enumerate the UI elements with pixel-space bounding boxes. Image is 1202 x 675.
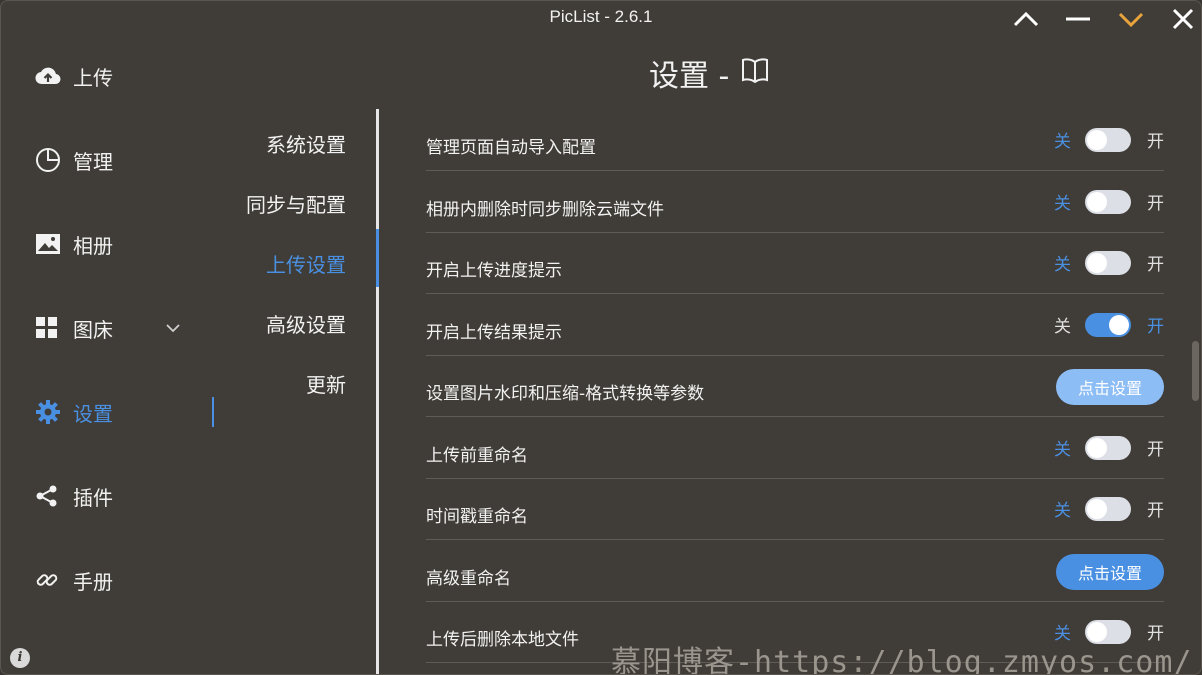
toggle-switch[interactable]	[1085, 312, 1131, 337]
nav-item-label: 手册	[73, 569, 113, 594]
setting-row: 开启上传结果提示 关 开	[426, 294, 1164, 356]
info-icon[interactable]: i	[10, 648, 30, 668]
nav-item-picbed[interactable]: 图床	[35, 308, 205, 348]
image-icon	[35, 229, 65, 259]
chevron-up-icon	[1013, 11, 1039, 27]
setting-row: 相册内删除时同步删除云端文件 关 开	[426, 171, 1164, 233]
upload-cloud-icon	[35, 61, 65, 91]
gear-icon	[35, 397, 65, 427]
toggle-switch[interactable]	[1085, 496, 1131, 521]
window-pin-button[interactable]	[1011, 5, 1041, 33]
setting-row: 设置图片水印和压缩-格式转换等参数 点击设置	[426, 355, 1164, 417]
setting-label: 开启上传进度提示	[426, 261, 562, 281]
nav-item-label: 插件	[73, 485, 113, 510]
submenu-item-advanced[interactable]: 高级设置	[266, 309, 346, 338]
settings-submenu: 系统设置 同步与配置 上传设置 高级设置 更新	[221, 109, 379, 674]
window-collapse-button[interactable]	[1116, 5, 1146, 33]
toggle-switch[interactable]	[1085, 250, 1131, 275]
chevron-down-icon	[165, 318, 181, 337]
setting-row: 上传前重命名 关 开	[426, 417, 1164, 479]
switch-on-label: 开	[1147, 440, 1164, 460]
advanced-rename-settings-button[interactable]: 点击设置	[1056, 554, 1164, 590]
setting-row: 开启上传进度提示 关 开	[426, 232, 1164, 294]
nav-item-plugins[interactable]: 插件	[35, 476, 205, 516]
switch-off-label: 关	[1054, 194, 1071, 214]
minus-icon	[1065, 16, 1091, 22]
page-title-text: 设置 -	[649, 59, 730, 94]
setting-label: 高级重命名	[426, 569, 511, 589]
nav-item-label: 上传	[73, 65, 113, 90]
toggle-switch[interactable]	[1085, 127, 1131, 152]
setting-switch: 关 开	[1054, 189, 1164, 214]
nav-item-manual[interactable]: 手册	[35, 560, 205, 600]
switch-off-label: 关	[1054, 501, 1071, 521]
submenu-item-system[interactable]: 系统设置	[266, 129, 346, 158]
switch-off-label: 关	[1054, 255, 1071, 275]
toggle-switch[interactable]	[1085, 435, 1131, 460]
app-window: PicList - 2.6.1 上传 管理 相册 图床 设置 插件 手册 i 设…	[0, 0, 1202, 675]
setting-row: 高级重命名 点击设置	[426, 540, 1164, 602]
setting-label: 开启上传结果提示	[426, 323, 562, 343]
link-icon	[35, 565, 65, 595]
title-bar: PicList - 2.6.1	[1, 1, 1201, 35]
window-close-button[interactable]	[1168, 5, 1198, 33]
setting-label: 设置图片水印和压缩-格式转换等参数	[426, 384, 705, 404]
nav-item-label: 相册	[73, 233, 113, 258]
window-minimize-button[interactable]	[1063, 5, 1093, 33]
switch-off-label: 关	[1054, 440, 1071, 460]
setting-label: 相册内删除时同步删除云端文件	[426, 200, 664, 220]
setting-switch: 关 开	[1054, 435, 1164, 460]
setting-label: 上传前重命名	[426, 446, 528, 466]
switch-off-label: 关	[1054, 132, 1071, 152]
book-icon[interactable]	[741, 56, 769, 91]
setting-label: 上传后删除本地文件	[426, 630, 579, 650]
nav-active-indicator	[212, 397, 214, 427]
share-icon	[35, 481, 65, 511]
chevron-down-icon	[1118, 11, 1144, 27]
settings-scrollbar[interactable]	[1192, 341, 1199, 401]
nav-item-gallery[interactable]: 相册	[35, 224, 205, 264]
close-icon	[1172, 8, 1194, 30]
nav-item-settings[interactable]: 设置	[35, 392, 205, 432]
submenu-item-update[interactable]: 更新	[306, 369, 346, 398]
toggle-switch[interactable]	[1085, 189, 1131, 214]
page-title: 设置 -	[649, 51, 769, 95]
nav-item-upload[interactable]: 上传	[35, 56, 205, 96]
switch-on-label: 开	[1147, 317, 1164, 337]
switch-on-label: 开	[1147, 132, 1164, 152]
setting-switch: 关 开	[1054, 496, 1164, 521]
setting-label: 时间戳重命名	[426, 507, 528, 527]
pie-chart-icon	[35, 145, 65, 175]
blog-watermark: 慕阳博客-https://blog.zmyos.com/	[611, 645, 1193, 675]
switch-on-label: 开	[1147, 255, 1164, 275]
nav-item-label: 设置	[73, 401, 113, 426]
setting-switch: 关 开	[1054, 250, 1164, 275]
switch-off-label: 关	[1054, 317, 1071, 337]
main-sidebar: 上传 管理 相册 图床 设置 插件 手册	[1, 41, 216, 641]
submenu-active-indicator	[376, 229, 379, 287]
submenu-item-sync[interactable]: 同步与配置	[246, 189, 346, 218]
nav-item-label: 图床	[73, 317, 113, 342]
setting-row: 管理页面自动导入配置 关 开	[426, 109, 1164, 171]
setting-switch: 关 开	[1054, 312, 1164, 337]
watermark-settings-button[interactable]: 点击设置	[1056, 369, 1164, 405]
switch-on-label: 开	[1147, 194, 1164, 214]
submenu-item-upload[interactable]: 上传设置	[266, 249, 346, 278]
setting-row: 时间戳重命名 关 开	[426, 478, 1164, 540]
nav-item-label: 管理	[73, 149, 113, 174]
setting-switch: 关 开	[1054, 127, 1164, 152]
grid-icon	[35, 313, 65, 343]
nav-item-manage[interactable]: 管理	[35, 140, 205, 180]
setting-label: 管理页面自动导入配置	[426, 138, 596, 158]
switch-on-label: 开	[1147, 501, 1164, 521]
